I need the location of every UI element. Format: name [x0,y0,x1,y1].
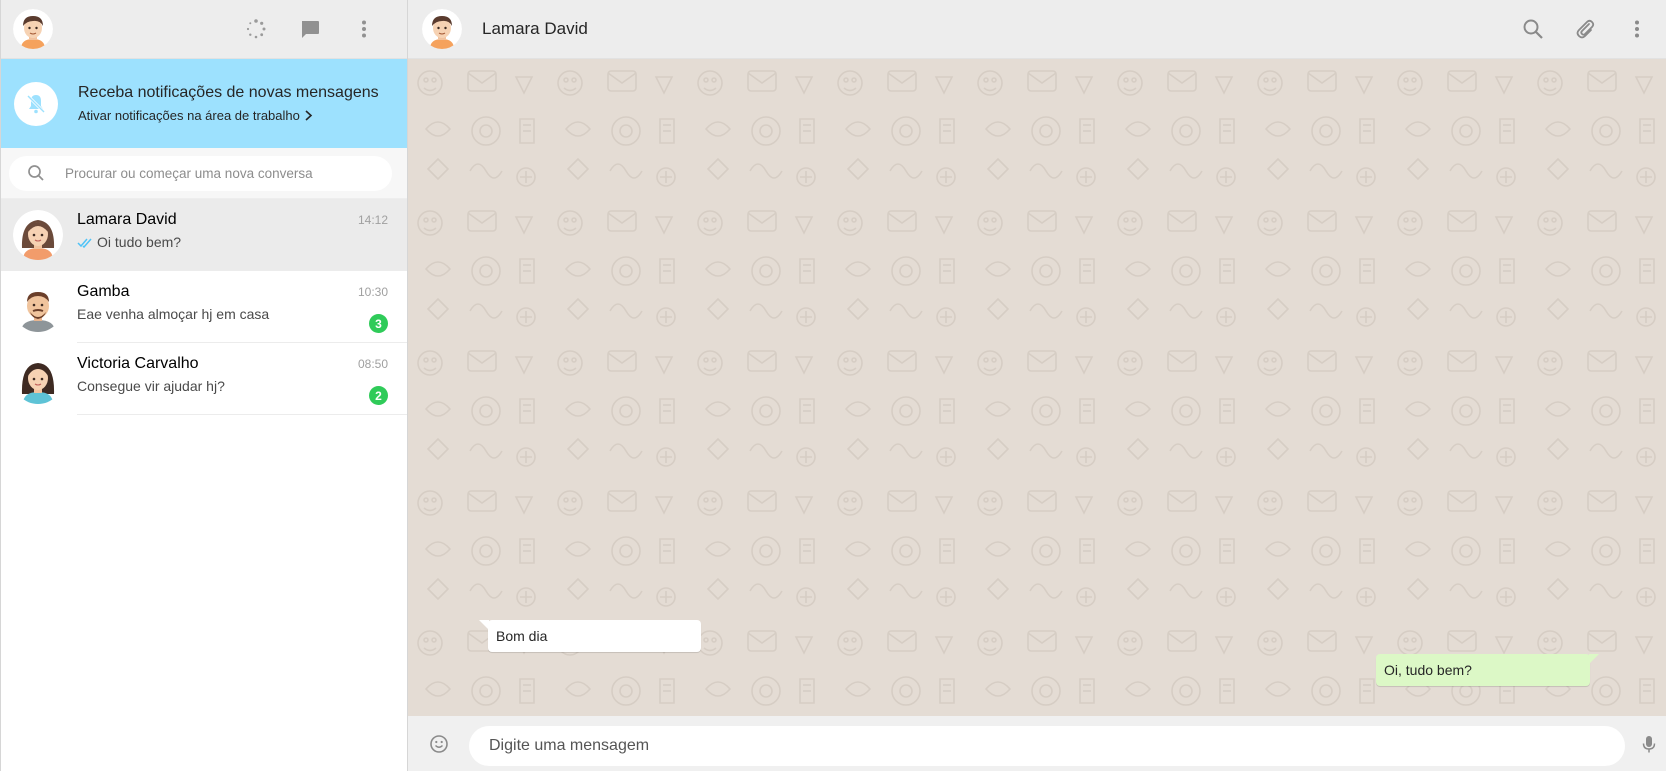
whatsapp-web-app: Receba notificações de novas mensagens A… [0,0,1666,771]
notification-banner[interactable]: Receba notificações de novas mensagens A… [1,59,407,148]
paperclip-icon [1576,19,1595,39]
chat-icon [302,21,319,38]
chat-list: Lamara David Oi tudo bem? 14:12 Gamba Ea… [1,199,407,415]
chevron-right-icon [305,110,313,121]
chat-item-lamara-david[interactable]: Lamara David Oi tudo bem? 14:12 [1,199,407,271]
search-box[interactable] [9,155,392,191]
bell-off-icon [14,81,58,126]
sidebar-header-actions [217,14,379,44]
more-vertical-icon [362,20,366,38]
conversation-menu-button[interactable] [1622,14,1652,44]
message-incoming[interactable]: Bom dia [479,620,701,652]
search-icon [28,165,44,181]
contact-avatar [13,210,63,260]
chat-item-body: Lamara David Oi tudo bem? 14:12 [77,199,407,271]
wallpaper-pattern [408,59,1666,716]
more-vertical-icon [1635,20,1639,38]
emoji-button[interactable] [424,729,454,759]
message-area[interactable]: Bom dia Oi, tudo bem? [408,59,1666,716]
chat-time: 14:12 [357,213,388,227]
voice-message-button[interactable] [1634,729,1664,759]
bubble-tail [479,620,489,630]
notification-texts: Receba notificações de novas mensagens A… [78,84,379,123]
unread-badge: 2 [369,386,388,405]
chat-item-gamba[interactable]: Gamba Eae venha almoçar hj em casa 10:30… [1,271,407,343]
message-text: Oi, tudo bem? [1384,662,1472,678]
search-messages-button[interactable] [1518,14,1548,44]
chat-item-victoria-carvalho[interactable]: Victoria Carvalho Consegue vir ajudar hj… [1,343,407,415]
unread-badge: 3 [369,314,388,333]
message-input[interactable] [489,737,1589,755]
chat-time: 08:50 [357,357,388,371]
sidebar-menu-button[interactable] [349,14,379,44]
chat-preview-text: Consegue vir ajudar hj? [77,378,225,394]
enable-notifications-link[interactable]: Ativar notificações na área de trabalho [78,108,379,123]
search-input[interactable] [65,165,365,181]
microphone-icon [1642,736,1656,753]
bubble-tail [1589,654,1599,664]
chat-item-body: Gamba Eae venha almoçar hj em casa 10:30… [77,271,407,343]
conversation-header-actions [1496,14,1652,44]
chat-preview: Oi tudo bem? [77,234,407,250]
chat-preview-text: Eae venha almoçar hj em casa [77,306,270,322]
contact-name[interactable]: Lamara David [482,19,588,39]
contact-avatar [13,282,63,332]
chat-preview-text: Oi tudo bem? [97,234,182,250]
chat-preview: Consegue vir ajudar hj? [77,378,407,394]
contact-avatar [13,354,63,404]
conversation-panel: Lamara David Bom dia Oi, tudo bem? Digit… [408,0,1666,771]
status-loading-icon [246,19,266,39]
message-outgoing[interactable]: Oi, tudo bem? [1376,654,1599,686]
new-chat-button[interactable] [295,14,325,44]
status-button[interactable] [241,14,271,44]
enable-notifications-label: Ativar notificações na área de trabalho [78,108,300,123]
attach-button[interactable] [1570,14,1600,44]
search-bar [1,148,407,199]
notification-title: Receba notificações de novas mensagens [78,84,379,101]
sidebar: Receba notificações de novas mensagens A… [0,0,408,771]
message-field[interactable] [469,726,1625,766]
double-check-icon [77,238,92,248]
sidebar-header [1,0,407,59]
message-composer [408,716,1666,771]
contact-avatar[interactable] [422,9,462,49]
search-icon [1523,19,1543,39]
chat-preview: Eae venha almoçar hj em casa [77,306,407,322]
chat-item-body: Victoria Carvalho Consegue vir ajudar hj… [77,343,407,415]
user-avatar[interactable] [13,9,53,49]
conversation-header: Lamara David [408,0,1666,59]
chat-time: 10:30 [357,285,388,299]
message-text: Bom dia [496,628,548,644]
emoji-icon [430,735,448,753]
